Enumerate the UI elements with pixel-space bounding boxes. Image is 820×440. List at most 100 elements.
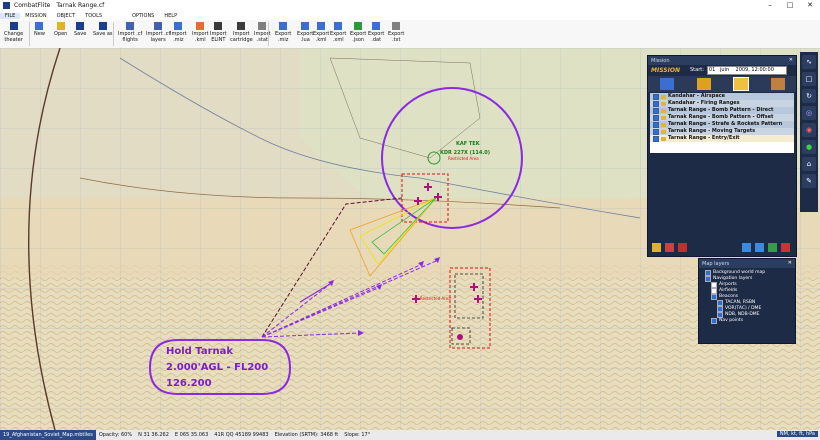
units-tab-icon[interactable]	[770, 78, 785, 90]
home-icon[interactable]: ⌂	[802, 157, 816, 171]
ribbon-button-9[interactable]: Import ELINT	[210, 22, 227, 43]
import-layers-icon	[154, 22, 163, 30]
ribbon-button-16[interactable]: Export .json	[350, 22, 366, 43]
route-icon[interactable]: ↻	[802, 89, 816, 103]
target-icon[interactable]: ◎	[802, 106, 816, 120]
ribbon-button-6[interactable]: Import .cf layers	[146, 22, 170, 43]
mission-item-label: Tarnak Range - Bomb Pattern - Offset	[668, 114, 774, 120]
remove-icon[interactable]	[664, 242, 674, 252]
hold-altitude: 2.000'AGL - FL200	[166, 362, 268, 373]
checkbox[interactable]	[653, 121, 659, 128]
mission-list-item[interactable]: Tarnak Range - Strafe & Rockets Pattern	[650, 121, 794, 128]
delete-icon[interactable]	[677, 242, 687, 252]
ribbon-label: New	[34, 31, 45, 37]
checkbox[interactable]	[653, 135, 659, 142]
ribbon-button-10[interactable]: Import cartridge	[230, 22, 253, 43]
close-icon[interactable]: ✕	[788, 260, 792, 266]
checkbox[interactable]	[653, 114, 659, 121]
mission-list-item[interactable]: Tarnak Range - Bomb Pattern - Direct	[650, 107, 794, 114]
ribbon-toolbar: Change theater New Open Save Save as Import .…	[0, 20, 820, 49]
ribbon-button-5[interactable]: Import .cf flights	[118, 22, 142, 43]
import-elint-icon	[214, 22, 223, 30]
ribbon-button-7[interactable]: Import .miz	[170, 22, 187, 43]
edit-icon[interactable]: ✎	[802, 174, 816, 188]
folder-icon	[56, 22, 65, 30]
map-layers-title: Map layers	[702, 260, 730, 267]
ribbon-button-3[interactable]: Save	[74, 22, 86, 37]
check-icon[interactable]	[768, 242, 778, 252]
ribbon-button-13[interactable]: Export .lua	[297, 22, 313, 43]
checkbox[interactable]	[653, 107, 659, 114]
maximize-icon[interactable]: □	[780, 0, 800, 11]
cross-icon[interactable]	[781, 242, 790, 252]
green-dot-icon[interactable]: ●	[802, 140, 816, 154]
opacity-value[interactable]: Opacity: 60%	[96, 432, 135, 438]
ribbon-label: Import .kml	[192, 31, 209, 43]
checkbox[interactable]	[653, 128, 659, 135]
square-icon[interactable]: □	[802, 72, 816, 86]
mission-list-item[interactable]: Tarnak Range - Entry/Exit	[650, 135, 794, 142]
checkbox[interactable]	[653, 93, 659, 100]
ribbon-label: Import .cf layers	[146, 31, 171, 43]
menu-mission[interactable]: MISSION	[20, 13, 51, 19]
ribbon-label: Open	[54, 31, 68, 37]
hold-title: Hold Tarnak	[166, 346, 233, 357]
import-cartridge-icon	[237, 22, 246, 30]
mission-item-label: Kandahar - Firing Ranges	[668, 100, 740, 106]
ribbon-button-14[interactable]: Export .kml	[313, 22, 329, 43]
folder-icon	[661, 136, 666, 141]
import-stat-icon	[258, 22, 267, 30]
latitude: N 31 36.262	[138, 432, 169, 438]
mission-list-item[interactable]: Kandahar - Airspace	[650, 93, 794, 100]
mission-item-label: Tarnak Range - Strafe & Rockets Pattern	[668, 121, 783, 127]
map-layer-label: Nav points	[719, 318, 744, 323]
ribbon-label: Export .lua	[297, 31, 314, 43]
ribbon-button-2[interactable]: Open	[54, 22, 67, 37]
ribbon-button-17[interactable]: Export .dat	[368, 22, 384, 43]
ribbon-button-18[interactable]: Export .txt	[388, 22, 404, 43]
start-datetime-input[interactable]	[706, 65, 787, 75]
mission-list-item[interactable]: Kandahar - Firing Ranges	[650, 100, 794, 107]
menu-help[interactable]: HELP	[159, 13, 182, 19]
minus-icon[interactable]	[755, 242, 765, 252]
mission-list-item[interactable]: Tarnak Range - Bomb Pattern - Offset	[650, 114, 794, 121]
right-toolbar: ∿ □ ↻ ◎ ◉ ● ⌂ ✎	[800, 52, 818, 212]
ribbon-button-0[interactable]: Change theater	[4, 22, 23, 43]
folder-icon	[661, 101, 666, 106]
minimize-icon[interactable]: –	[760, 0, 780, 11]
export-json-icon	[354, 22, 363, 30]
map-layer-item[interactable]: Nav points	[699, 318, 795, 324]
folder-icon	[661, 129, 666, 134]
checkbox[interactable]	[653, 100, 659, 107]
units-selector[interactable]: NM, kt, ft, hPa	[776, 431, 818, 437]
threat-icon[interactable]: ◉	[802, 123, 816, 137]
layers-tab-icon[interactable]	[732, 77, 749, 91]
ribbon-button-12[interactable]: Export .miz	[275, 22, 291, 43]
mission-panel: Mission ✕ MISSION Start: Kandahar - Airsp…	[647, 55, 797, 257]
ribbon-button-15[interactable]: Export .xml	[330, 22, 346, 43]
menu-file[interactable]: FILE	[0, 12, 21, 19]
add-folder-icon[interactable]	[652, 242, 661, 252]
import-miz-icon	[174, 22, 183, 30]
menu-object[interactable]: OBJECT	[52, 13, 81, 19]
aircraft-tab-icon[interactable]	[659, 78, 674, 90]
ribbon-label: Import cartridge	[230, 31, 253, 43]
menu-options[interactable]: OPTIONS	[127, 13, 159, 19]
ribbon-label: Import ELINT	[210, 31, 227, 43]
plus-icon[interactable]	[742, 242, 752, 252]
package-tab-icon[interactable]	[696, 78, 711, 90]
close-icon[interactable]: ✕	[800, 0, 820, 11]
map-file[interactable]: 19_Afghanistan_Soviet_Map.mbtiles	[0, 430, 96, 440]
ribbon-button-8[interactable]: Import .kml	[192, 22, 209, 43]
export-xml-icon	[334, 22, 343, 30]
close-icon[interactable]: ✕	[789, 57, 793, 63]
kaf-label: KAF TEK	[456, 141, 481, 147]
profile-icon[interactable]: ∿	[802, 55, 816, 69]
elevation: Elevation (SRTM): 3468 ft	[274, 432, 339, 438]
ribbon-button-1[interactable]: New	[34, 22, 45, 37]
menu-tools[interactable]: TOOLS	[80, 13, 107, 19]
mission-list-item[interactable]: Tarnak Range - Moving Targets	[650, 128, 794, 135]
checkbox[interactable]	[711, 318, 717, 324]
ribbon-button-4[interactable]: Save as	[93, 22, 113, 37]
export-dat-icon	[372, 22, 381, 30]
